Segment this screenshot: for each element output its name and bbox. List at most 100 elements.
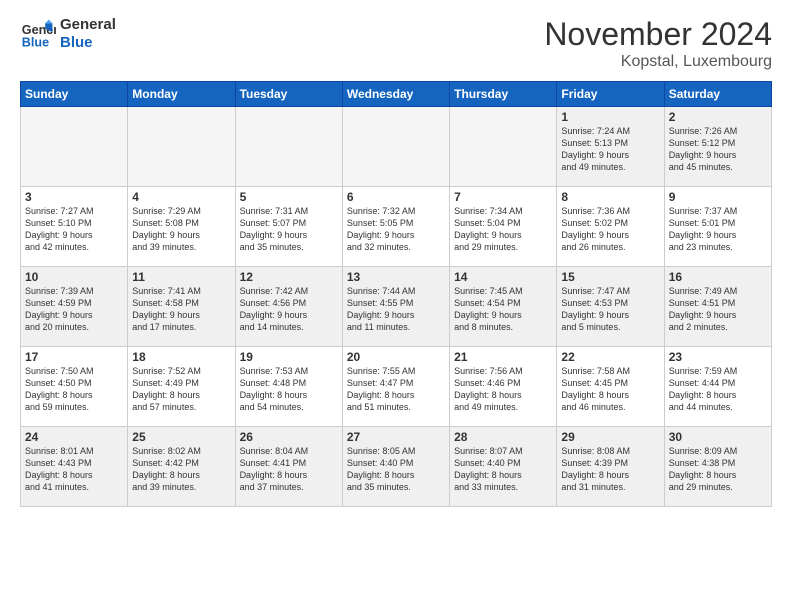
calendar-week-row: 24Sunrise: 8:01 AM Sunset: 4:43 PM Dayli…	[21, 427, 772, 507]
page: General Blue General Blue November 2024 …	[0, 0, 792, 612]
table-row: 3Sunrise: 7:27 AM Sunset: 5:10 PM Daylig…	[21, 187, 128, 267]
day-info: Sunrise: 7:34 AM Sunset: 5:04 PM Dayligh…	[454, 205, 552, 254]
day-info: Sunrise: 7:50 AM Sunset: 4:50 PM Dayligh…	[25, 365, 123, 414]
day-number: 13	[347, 270, 445, 284]
calendar-week-row: 17Sunrise: 7:50 AM Sunset: 4:50 PM Dayli…	[21, 347, 772, 427]
calendar: Sunday Monday Tuesday Wednesday Thursday…	[20, 81, 772, 507]
day-info: Sunrise: 8:05 AM Sunset: 4:40 PM Dayligh…	[347, 445, 445, 494]
col-monday: Monday	[128, 82, 235, 107]
day-info: Sunrise: 8:01 AM Sunset: 4:43 PM Dayligh…	[25, 445, 123, 494]
table-row: 23Sunrise: 7:59 AM Sunset: 4:44 PM Dayli…	[664, 347, 771, 427]
col-wednesday: Wednesday	[342, 82, 449, 107]
day-info: Sunrise: 8:08 AM Sunset: 4:39 PM Dayligh…	[561, 445, 659, 494]
table-row	[235, 107, 342, 187]
table-row: 17Sunrise: 7:50 AM Sunset: 4:50 PM Dayli…	[21, 347, 128, 427]
day-number: 1	[561, 110, 659, 124]
day-number: 25	[132, 430, 230, 444]
day-info: Sunrise: 7:52 AM Sunset: 4:49 PM Dayligh…	[132, 365, 230, 414]
day-info: Sunrise: 7:37 AM Sunset: 5:01 PM Dayligh…	[669, 205, 767, 254]
table-row: 21Sunrise: 7:56 AM Sunset: 4:46 PM Dayli…	[450, 347, 557, 427]
day-info: Sunrise: 8:02 AM Sunset: 4:42 PM Dayligh…	[132, 445, 230, 494]
month-title: November 2024	[544, 16, 772, 53]
day-number: 22	[561, 350, 659, 364]
table-row: 4Sunrise: 7:29 AM Sunset: 5:08 PM Daylig…	[128, 187, 235, 267]
logo: General Blue General Blue	[20, 16, 116, 52]
day-info: Sunrise: 8:04 AM Sunset: 4:41 PM Dayligh…	[240, 445, 338, 494]
day-info: Sunrise: 7:36 AM Sunset: 5:02 PM Dayligh…	[561, 205, 659, 254]
day-number: 6	[347, 190, 445, 204]
day-number: 18	[132, 350, 230, 364]
col-friday: Friday	[557, 82, 664, 107]
table-row: 19Sunrise: 7:53 AM Sunset: 4:48 PM Dayli…	[235, 347, 342, 427]
table-row: 24Sunrise: 8:01 AM Sunset: 4:43 PM Dayli…	[21, 427, 128, 507]
table-row: 14Sunrise: 7:45 AM Sunset: 4:54 PM Dayli…	[450, 267, 557, 347]
table-row: 27Sunrise: 8:05 AM Sunset: 4:40 PM Dayli…	[342, 427, 449, 507]
day-number: 3	[25, 190, 123, 204]
day-info: Sunrise: 7:31 AM Sunset: 5:07 PM Dayligh…	[240, 205, 338, 254]
table-row: 22Sunrise: 7:58 AM Sunset: 4:45 PM Dayli…	[557, 347, 664, 427]
day-info: Sunrise: 7:49 AM Sunset: 4:51 PM Dayligh…	[669, 285, 767, 334]
table-row: 6Sunrise: 7:32 AM Sunset: 5:05 PM Daylig…	[342, 187, 449, 267]
day-number: 15	[561, 270, 659, 284]
day-number: 2	[669, 110, 767, 124]
day-number: 26	[240, 430, 338, 444]
day-info: Sunrise: 7:55 AM Sunset: 4:47 PM Dayligh…	[347, 365, 445, 414]
table-row: 1Sunrise: 7:24 AM Sunset: 5:13 PM Daylig…	[557, 107, 664, 187]
location: Kopstal, Luxembourg	[544, 53, 772, 71]
table-row: 20Sunrise: 7:55 AM Sunset: 4:47 PM Dayli…	[342, 347, 449, 427]
table-row: 12Sunrise: 7:42 AM Sunset: 4:56 PM Dayli…	[235, 267, 342, 347]
svg-text:Blue: Blue	[22, 36, 49, 50]
col-thursday: Thursday	[450, 82, 557, 107]
table-row: 2Sunrise: 7:26 AM Sunset: 5:12 PM Daylig…	[664, 107, 771, 187]
day-info: Sunrise: 7:41 AM Sunset: 4:58 PM Dayligh…	[132, 285, 230, 334]
table-row: 5Sunrise: 7:31 AM Sunset: 5:07 PM Daylig…	[235, 187, 342, 267]
day-number: 12	[240, 270, 338, 284]
table-row: 13Sunrise: 7:44 AM Sunset: 4:55 PM Dayli…	[342, 267, 449, 347]
day-number: 10	[25, 270, 123, 284]
day-info: Sunrise: 7:45 AM Sunset: 4:54 PM Dayligh…	[454, 285, 552, 334]
table-row: 16Sunrise: 7:49 AM Sunset: 4:51 PM Dayli…	[664, 267, 771, 347]
col-saturday: Saturday	[664, 82, 771, 107]
day-number: 16	[669, 270, 767, 284]
day-info: Sunrise: 7:44 AM Sunset: 4:55 PM Dayligh…	[347, 285, 445, 334]
col-tuesday: Tuesday	[235, 82, 342, 107]
calendar-week-row: 1Sunrise: 7:24 AM Sunset: 5:13 PM Daylig…	[21, 107, 772, 187]
table-row: 8Sunrise: 7:36 AM Sunset: 5:02 PM Daylig…	[557, 187, 664, 267]
logo-icon: General Blue	[20, 16, 56, 52]
day-number: 19	[240, 350, 338, 364]
day-number: 9	[669, 190, 767, 204]
table-row: 29Sunrise: 8:08 AM Sunset: 4:39 PM Dayli…	[557, 427, 664, 507]
table-row: 18Sunrise: 7:52 AM Sunset: 4:49 PM Dayli…	[128, 347, 235, 427]
day-number: 7	[454, 190, 552, 204]
day-info: Sunrise: 7:42 AM Sunset: 4:56 PM Dayligh…	[240, 285, 338, 334]
day-info: Sunrise: 7:47 AM Sunset: 4:53 PM Dayligh…	[561, 285, 659, 334]
title-block: November 2024 Kopstal, Luxembourg	[544, 16, 772, 71]
day-info: Sunrise: 8:09 AM Sunset: 4:38 PM Dayligh…	[669, 445, 767, 494]
day-number: 8	[561, 190, 659, 204]
day-number: 27	[347, 430, 445, 444]
day-number: 30	[669, 430, 767, 444]
day-number: 28	[454, 430, 552, 444]
table-row	[450, 107, 557, 187]
day-number: 29	[561, 430, 659, 444]
day-info: Sunrise: 7:32 AM Sunset: 5:05 PM Dayligh…	[347, 205, 445, 254]
day-info: Sunrise: 7:56 AM Sunset: 4:46 PM Dayligh…	[454, 365, 552, 414]
table-row	[128, 107, 235, 187]
table-row: 9Sunrise: 7:37 AM Sunset: 5:01 PM Daylig…	[664, 187, 771, 267]
table-row: 15Sunrise: 7:47 AM Sunset: 4:53 PM Dayli…	[557, 267, 664, 347]
day-info: Sunrise: 7:26 AM Sunset: 5:12 PM Dayligh…	[669, 125, 767, 174]
day-number: 24	[25, 430, 123, 444]
calendar-week-row: 10Sunrise: 7:39 AM Sunset: 4:59 PM Dayli…	[21, 267, 772, 347]
table-row: 11Sunrise: 7:41 AM Sunset: 4:58 PM Dayli…	[128, 267, 235, 347]
day-number: 4	[132, 190, 230, 204]
table-row: 10Sunrise: 7:39 AM Sunset: 4:59 PM Dayli…	[21, 267, 128, 347]
day-number: 5	[240, 190, 338, 204]
day-number: 23	[669, 350, 767, 364]
logo-line2: Blue	[60, 34, 116, 52]
day-info: Sunrise: 7:27 AM Sunset: 5:10 PM Dayligh…	[25, 205, 123, 254]
day-number: 11	[132, 270, 230, 284]
table-row	[342, 107, 449, 187]
day-number: 21	[454, 350, 552, 364]
day-info: Sunrise: 7:29 AM Sunset: 5:08 PM Dayligh…	[132, 205, 230, 254]
day-number: 20	[347, 350, 445, 364]
